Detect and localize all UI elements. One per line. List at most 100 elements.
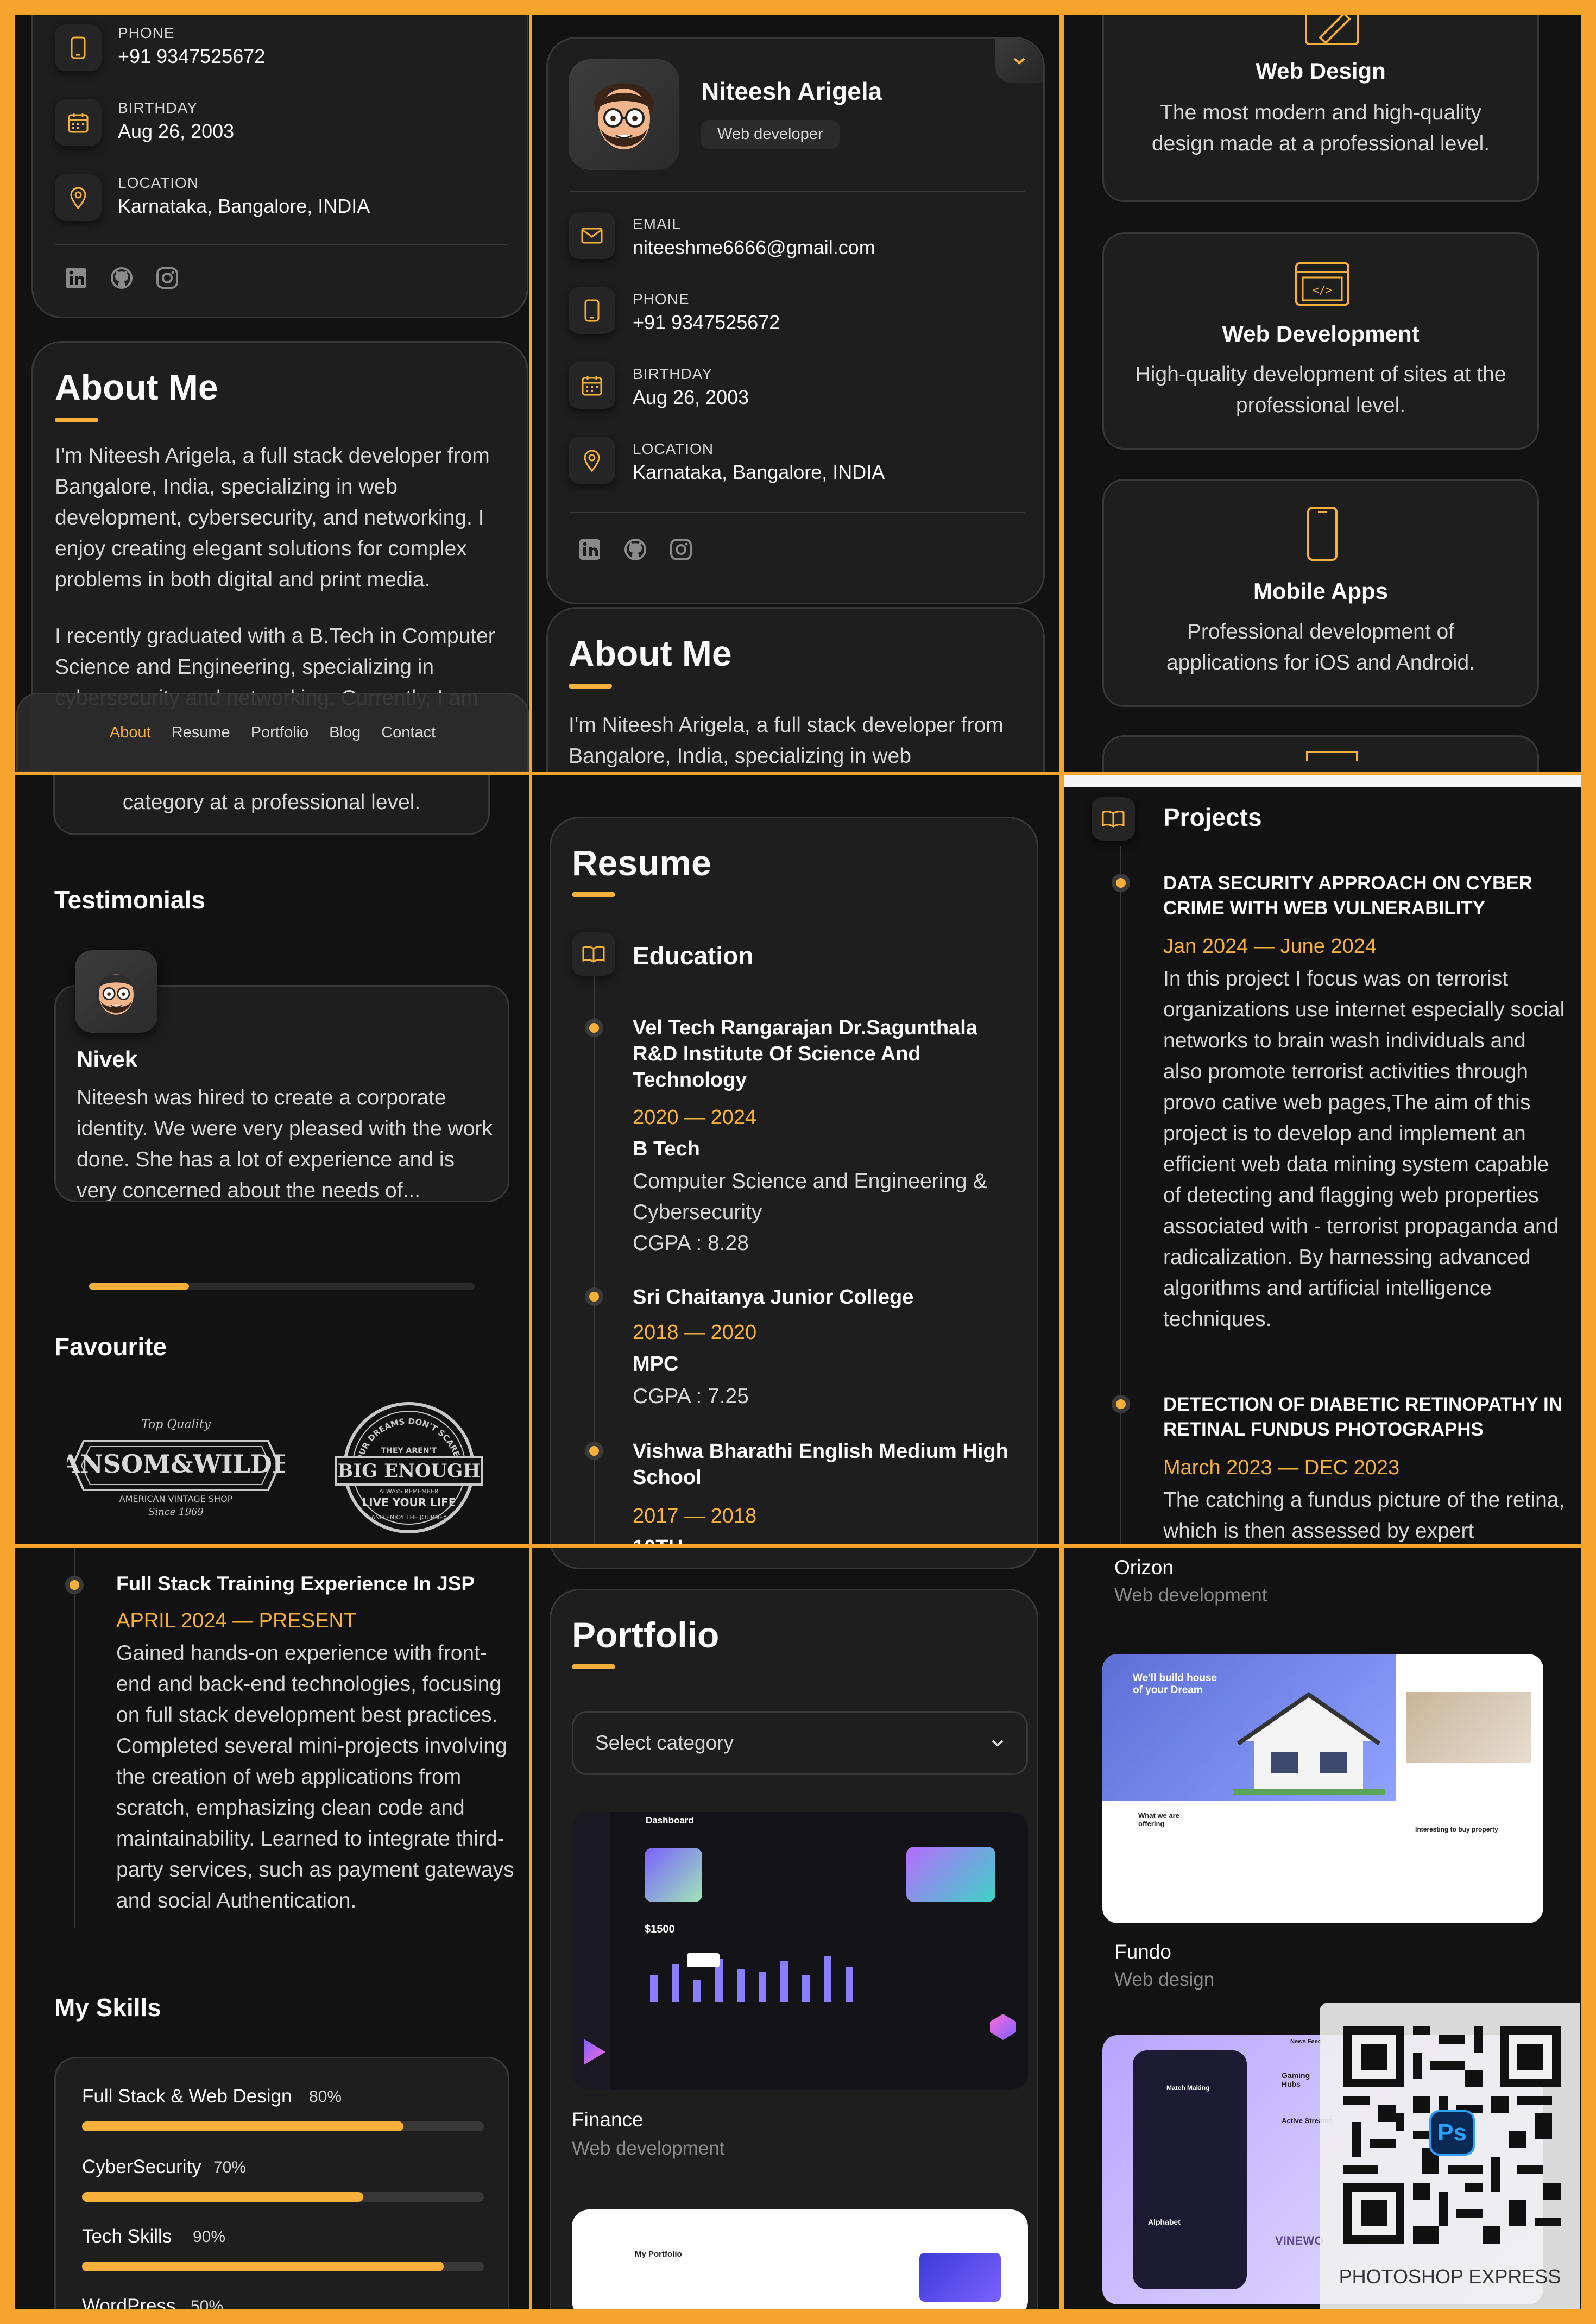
instagram-icon[interactable]	[155, 266, 180, 290]
category-select[interactable]: Select category	[572, 1711, 1028, 1775]
testimonial-scrollbar-thumb[interactable]	[89, 1283, 189, 1290]
edu-2-degree: MPC	[633, 1353, 679, 1375]
service-mobile-apps: Mobile Apps Professional development of …	[1102, 479, 1539, 707]
avatar	[594, 83, 654, 149]
panel-projects: Projects DATA SECURITY APPROACH ON CYBER…	[1064, 775, 1581, 1544]
chevron-down-icon	[1013, 58, 1025, 65]
email-value[interactable]: niteeshme6666@gmail.com	[633, 236, 875, 259]
testimonial-avatar	[75, 950, 157, 1033]
timeline-dot	[589, 1446, 599, 1456]
game-alphabet: Alphabet	[1148, 2218, 1181, 2226]
project-1-text: In this project I focus was on terrorist…	[1163, 967, 1565, 1331]
phone-value[interactable]: +91 9347525672	[118, 45, 265, 68]
project-2-text: The catching a fundus picture of the ret…	[1163, 1488, 1565, 1543]
panel-experience-skills: Full Stack Training Experience In JSP AP…	[15, 1548, 529, 2309]
edu-3-degree: 10TH	[633, 1536, 683, 1544]
phone-icon-box	[569, 287, 615, 334]
calendar-icon-box	[569, 362, 615, 409]
service-web-development: </> Web Development High-quality develop…	[1102, 232, 1539, 450]
code-window-icon: </>	[1295, 262, 1349, 306]
nav-resume[interactable]: Resume	[172, 724, 230, 742]
svg-text:THEY AREN'T: THEY AREN'T	[381, 1447, 437, 1455]
mobile-phone-icon	[1307, 507, 1338, 561]
skills-card: Full Stack & Web Design 80% CyberSecurit…	[54, 2057, 509, 2309]
instagram-icon[interactable]	[668, 537, 693, 562]
avatar	[99, 974, 134, 1015]
resume-card: Resume Education Vel Tech Rangarajan Dr.…	[550, 817, 1038, 1544]
project-1-date: Jan 2024 — June 2024	[1163, 935, 1377, 958]
portfolio-title: Portfolio	[572, 1615, 720, 1655]
github-icon[interactable]	[109, 266, 134, 290]
email-label: EMAIL	[633, 216, 682, 232]
game-hubs: Gaming Hubs	[1282, 2071, 1310, 2088]
envelope-icon	[581, 228, 603, 244]
myportfolio-title: My Portfolio	[635, 2250, 682, 2259]
portfolio-card: Portfolio Select category Dashboard $150…	[550, 1589, 1038, 2309]
panel-portfolio-items: Orizon Web development We'll build house…	[1064, 1548, 1581, 2309]
dashboard-balance: $1500	[645, 1923, 675, 1935]
edu-3-title: Vishwa Bharathi English Medium High Scho…	[633, 1440, 1008, 1489]
divider	[55, 244, 508, 245]
big-enough-logo: IF YOUR DREAMS DON'T SCARE YOU THEY AREN…	[325, 1400, 483, 1533]
web-dev-title: Web Development	[1222, 321, 1420, 346]
svg-text:</>: </>	[1313, 283, 1332, 296]
divider	[569, 512, 1025, 513]
photoshop-express-label: PHOTOSHOP EXPRESS	[1339, 2265, 1561, 2288]
birthday-value: Aug 26, 2003	[633, 386, 749, 408]
orizon-title[interactable]: Orizon	[1114, 1556, 1174, 1579]
edu-1-degree: B Tech	[633, 1138, 700, 1160]
dashboard-title: Dashboard	[646, 1815, 694, 1826]
category-select-value: Select category	[595, 1732, 734, 1754]
expand-toggle[interactable]	[995, 39, 1043, 83]
game-vinewood: VINEWO	[1275, 2234, 1324, 2247]
fundo-category: Web design	[1114, 1969, 1215, 1990]
book-icon-box	[1092, 797, 1135, 841]
portfolio-item-myportfolio-thumb[interactable]: My Portfolio	[572, 2209, 1028, 2309]
timeline-dot	[70, 1580, 79, 1590]
fundo-title[interactable]: Fundo	[1114, 1941, 1171, 1963]
favourite-title: Favourite	[54, 1332, 167, 1361]
orizon-category: Web development	[1114, 1584, 1267, 1606]
mobile-title: Mobile Apps	[1253, 578, 1389, 604]
testimonials-title: Testimonials	[54, 886, 205, 914]
phone-icon	[584, 299, 600, 322]
edu-2-title: Sri Chaitanya Junior College	[633, 1286, 914, 1309]
experience-text: Gained hands-on experience with front-en…	[116, 1641, 514, 1912]
about-underline	[55, 418, 98, 422]
panel-portfolio: Portfolio Select category Dashboard $150…	[532, 1548, 1059, 2309]
skill-percent: 80%	[309, 2088, 342, 2106]
nav-blog[interactable]: Blog	[329, 724, 361, 742]
edu-3-date: 2017 — 2018	[633, 1505, 757, 1527]
nav-contact[interactable]: Contact	[381, 724, 436, 742]
birthday-label: BIRTHDAY	[633, 365, 712, 382]
svg-text:LIVE YOUR LIFE: LIVE YOUR LIFE	[362, 1496, 456, 1509]
dashboard-card-purple	[645, 1848, 702, 1902]
education-title: Education	[633, 942, 754, 970]
nav-portfolio[interactable]: Portfolio	[251, 724, 308, 742]
about-title: About Me	[55, 367, 218, 407]
portfolio-item-fundo-thumb[interactable]: We'll build house of your Dream What we …	[1102, 1654, 1543, 1923]
linkedin-icon[interactable]	[64, 266, 89, 290]
github-icon[interactable]	[623, 537, 648, 562]
timeline-dot	[589, 1292, 599, 1302]
portfolio-item-finance-thumb[interactable]: Dashboard $1500	[572, 1812, 1028, 2090]
linkedin-icon[interactable]	[577, 537, 602, 562]
calendar-icon	[68, 113, 89, 133]
panel-profile-top-left: PHONE +91 9347525672 BIRTHDAY Aug 26, 20…	[15, 15, 529, 772]
divider	[569, 191, 1025, 192]
testimonial-scrollbar-track[interactable]	[89, 1283, 475, 1290]
contacts-card: PHONE +91 9347525672 BIRTHDAY Aug 26, 20…	[31, 15, 528, 318]
game-news: News Feed	[1290, 2038, 1322, 2045]
svg-text:Top Quality: Top Quality	[141, 1418, 211, 1431]
book-open-icon	[582, 946, 605, 963]
panel-profile-top-middle: Niteesh Arigela Web developer EMAIL nite…	[532, 15, 1059, 772]
skill-percent: 70%	[213, 2158, 247, 2176]
phone-value[interactable]: +91 9347525672	[633, 311, 780, 334]
portfolio-item-finance-title[interactable]: Finance	[572, 2108, 644, 2131]
portfolio-underline	[572, 1664, 615, 1669]
calendar-icon	[582, 376, 602, 396]
nav-about[interactable]: About	[110, 724, 151, 742]
skill-bar-fill	[82, 2192, 363, 2202]
design-tool-icon	[1305, 15, 1359, 45]
dashboard-bar-chart	[650, 1953, 853, 2002]
